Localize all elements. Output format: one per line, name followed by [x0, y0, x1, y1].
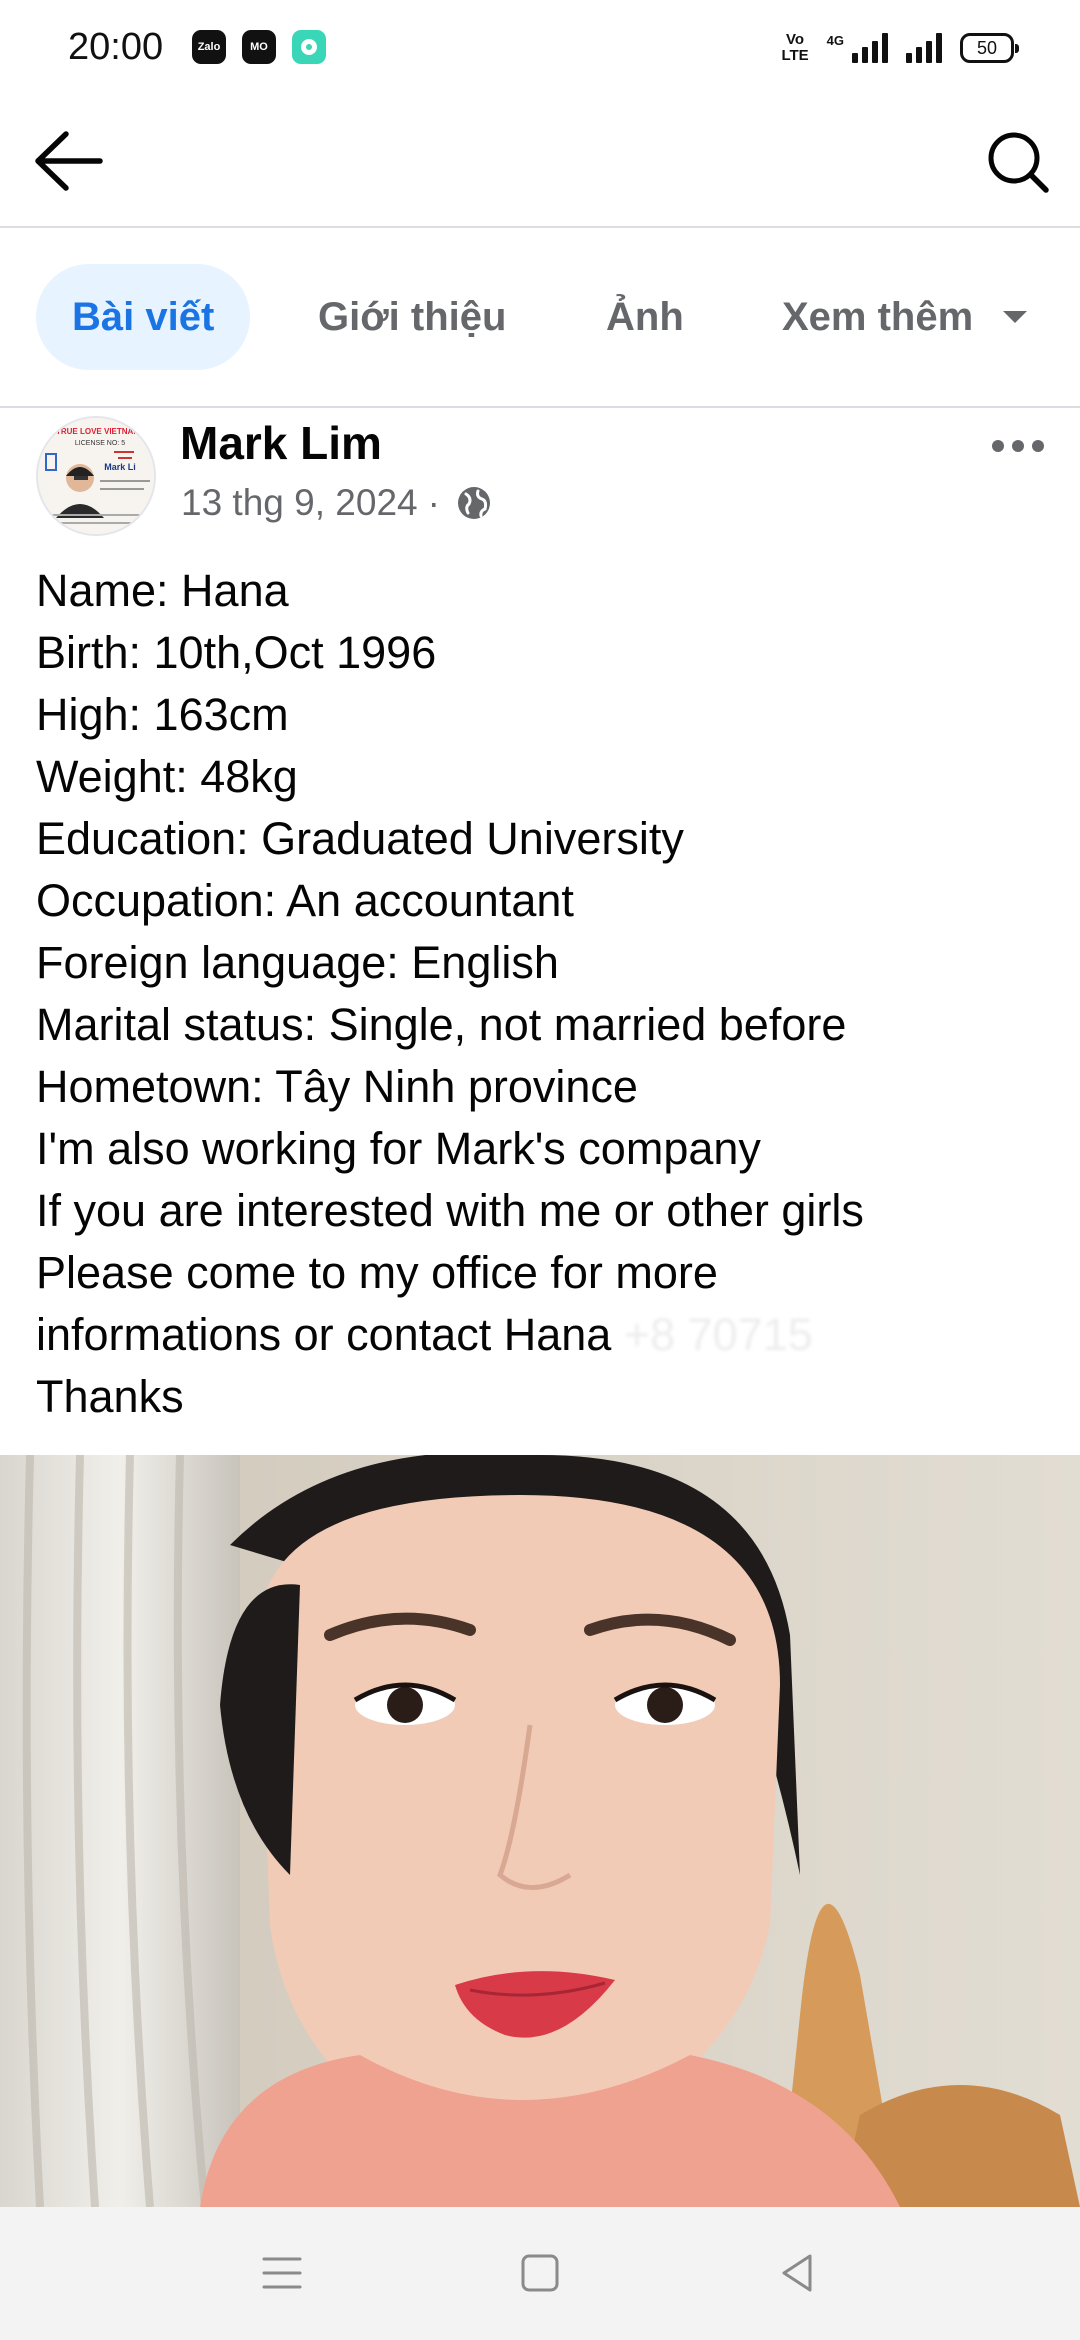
post-meta: 13 thg 9, 2024 · — [181, 482, 492, 524]
tab-photos[interactable]: Ảnh — [606, 264, 684, 370]
svg-text:Mark Li: Mark Li — [104, 462, 136, 472]
portrait-image — [0, 1455, 1080, 2207]
nav-back-button[interactable] — [768, 2243, 828, 2303]
status-bar: 20:00 Zalo MO Vo LTE 4G 50 — [0, 0, 1080, 96]
signal-icon — [906, 33, 942, 63]
phone-number-obscured[interactable]: +8 70715 — [624, 1309, 813, 1360]
menu-button[interactable] — [252, 2243, 312, 2303]
post-line: Name: Hana — [36, 565, 289, 616]
meta-separator: · — [427, 482, 440, 523]
system-nav-bar — [0, 2207, 1080, 2340]
svg-text:LICENSE NO: 5: LICENSE NO: 5 — [75, 440, 125, 447]
post-line: Foreign language: English — [36, 937, 559, 988]
search-button[interactable] — [980, 124, 1056, 200]
home-square-icon — [521, 2254, 559, 2292]
avatar[interactable]: TRUE LOVE VIETNAM LICENSE NO: 5 Mark Li — [36, 416, 156, 536]
status-time: 20:00 — [68, 26, 164, 68]
signal-4g-icon: 4G — [827, 33, 888, 63]
menu-icon — [262, 2257, 302, 2289]
post-line: If you are interested with me or other g… — [36, 1185, 864, 1236]
contact-text: informations or contact Hana — [36, 1309, 612, 1360]
post-header: TRUE LOVE VIETNAM LICENSE NO: 5 Mark Li … — [0, 410, 1080, 540]
back-triangle-icon — [782, 2254, 812, 2292]
profile-tabs: Bài viết Giới thiệu Ảnh Xem thêm — [0, 228, 1080, 408]
post-photo[interactable] — [0, 1455, 1080, 2207]
battery-icon: 50 — [960, 33, 1019, 63]
chat-notification-icon — [292, 30, 326, 64]
tab-see-more[interactable]: Xem thêm — [782, 264, 1028, 370]
post-text: Name: Hana Birth: 10th,Oct 1996 High: 16… — [36, 560, 1046, 1428]
status-indicators: Vo LTE 4G 50 — [781, 30, 1019, 66]
post-line: Occupation: An accountant — [36, 875, 574, 926]
momo-notification-icon: MO — [242, 30, 276, 64]
avatar-image: TRUE LOVE VIETNAM LICENSE NO: 5 Mark Li — [38, 418, 154, 534]
home-button[interactable] — [510, 2243, 570, 2303]
search-icon — [988, 132, 1049, 193]
tab-posts[interactable]: Bài viết — [36, 264, 251, 370]
caret-down-icon — [1003, 311, 1028, 323]
tab-see-more-label: Xem thêm — [782, 294, 974, 339]
post-line: Marital status: Single, not married befo… — [36, 999, 847, 1050]
globe-icon — [457, 487, 490, 519]
arrow-left-icon — [35, 131, 103, 191]
post-options-button[interactable] — [988, 428, 1048, 464]
post-line: Birth: 10th,Oct 1996 — [36, 627, 437, 678]
app-header — [0, 96, 1080, 228]
post-line: I'm also working for Mark's company — [36, 1123, 761, 1174]
post-author[interactable]: Mark Lim — [180, 416, 382, 470]
post-line: Hometown: Tây Ninh province — [36, 1061, 638, 1112]
svg-text:TRUE LOVE VIETNAM: TRUE LOVE VIETNAM — [56, 427, 140, 436]
post-line: Education: Graduated University — [36, 813, 684, 864]
tab-about[interactable]: Giới thiệu — [318, 264, 506, 370]
post-line-contact: informations or contact Hana +8 70715 — [36, 1304, 1046, 1366]
zalo-notification-icon: Zalo — [192, 30, 226, 64]
back-button[interactable] — [30, 126, 110, 196]
post-line: High: 163cm — [36, 689, 289, 740]
post-line: Weight: 48kg — [36, 751, 298, 802]
post-line: Please come to my office for more — [36, 1247, 718, 1298]
volte-icon: Vo LTE — [781, 31, 809, 64]
post-date[interactable]: 13 thg 9, 2024 — [181, 482, 418, 524]
post-line: Thanks — [36, 1371, 184, 1422]
